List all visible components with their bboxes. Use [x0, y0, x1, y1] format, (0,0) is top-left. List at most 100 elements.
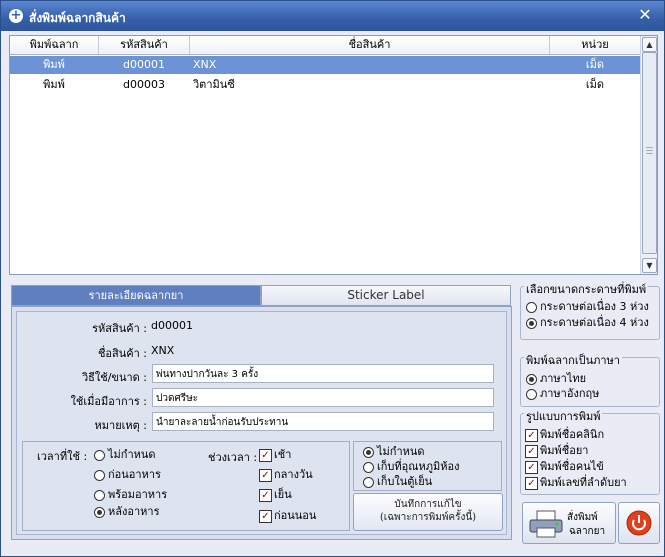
- radio-english[interactable]: ภาษาอังกฤษ: [526, 387, 599, 401]
- radio-label: พร้อมอาหาร: [108, 488, 168, 501]
- radio-time-undefined[interactable]: ไม่กำหนด: [94, 448, 156, 462]
- save-edit-button[interactable]: บันทึกการแก้ไข (เฉพาะการพิมพ์ครั้งนี้): [353, 493, 503, 531]
- cell-unit: เม็ด: [585, 58, 605, 71]
- window-title: สั่งพิมพ์ฉลากสินค้า: [29, 11, 126, 25]
- radio-icon: [363, 447, 374, 458]
- checkbox-icon: ✓: [259, 449, 272, 462]
- vertical-scrollbar[interactable]: ▲ — — — ▼: [640, 36, 657, 274]
- tab-sticker-label[interactable]: Sticker Label: [261, 285, 511, 306]
- radio-with-meal[interactable]: พร้อมอาหาร: [94, 488, 167, 502]
- checkbox-icon: ✓: [525, 445, 538, 458]
- paper-size-title: เลือกขนาดกระดาษที่พิมพ์: [524, 280, 649, 298]
- radio-label: หลังอาหาร: [108, 505, 160, 518]
- usage-input[interactable]: พ่นทางปากวันละ 3 ครั้ง: [152, 364, 494, 383]
- radio-icon: [526, 389, 537, 400]
- check-label: พิมพ์ชื่อยา: [540, 444, 589, 457]
- scroll-up-icon[interactable]: ▲: [642, 37, 657, 52]
- radio-paper-4[interactable]: กระดาษต่อเนื่อง 4 ห่วง: [526, 316, 649, 330]
- print-button-line2: ฉลากยา: [569, 526, 606, 537]
- checkbox-icon: ✓: [525, 429, 538, 442]
- radio-room-temp[interactable]: เก็บที่อุณหภูมิห้อง: [363, 460, 459, 474]
- radio-icon: [94, 470, 105, 481]
- radio-storage-undefined[interactable]: ไม่กำหนด: [363, 445, 425, 459]
- product-grid: พิมพ์ฉลาก รหัสสินค้า ชื่อสินค้า หน่วย พิ…: [9, 35, 658, 275]
- radio-label: เก็บในตู้เย็น: [377, 475, 433, 488]
- scroll-down-icon[interactable]: ▼: [642, 258, 657, 273]
- radio-paper-3[interactable]: กระดาษต่อเนื่อง 3 ห่วง: [526, 300, 649, 314]
- radio-icon: [526, 374, 537, 385]
- radio-icon: [94, 507, 105, 518]
- radio-fridge[interactable]: เก็บในตู้เย็น: [363, 475, 432, 489]
- print-format-title: รูปแบบการพิมพ์: [524, 407, 603, 425]
- tab-bar: รายละเอียดฉลากยา Sticker Label: [11, 285, 511, 306]
- column-header-code[interactable]: รหัสสินค้า: [99, 36, 190, 54]
- print-label-button[interactable]: สั่งพิมพ์ ฉลากยา: [522, 502, 616, 544]
- cell-name: วิตามินซี: [193, 78, 235, 91]
- check-noon[interactable]: ✓ กลางวัน: [259, 468, 313, 482]
- cell-print: พิมพ์: [43, 58, 65, 71]
- printer-icon: [529, 510, 563, 538]
- note-input[interactable]: นํายาละลายน้ำก่อนรับประทาน: [152, 412, 494, 431]
- label-print-window: + สั่งพิมพ์ฉลากสินค้า ✕ พิมพ์ฉลาก รหัสสิ…: [0, 0, 665, 557]
- check-label: พิมพ์ชื่อคลินิก: [540, 428, 605, 441]
- column-header-unit[interactable]: หน่วย: [550, 36, 640, 54]
- period-label: ช่วงเวลา :: [208, 451, 258, 464]
- grip-icon: — — —: [646, 143, 653, 157]
- checkbox-icon: ✓: [259, 489, 272, 502]
- add-circle-icon: +: [9, 8, 23, 23]
- check-label: พิมพ์เลขที่ลำดับยา: [540, 476, 627, 489]
- radio-before-meal[interactable]: ก่อนอาหาร: [94, 468, 161, 482]
- radio-label: กระดาษต่อเนื่อง 3 ห่วง: [540, 300, 649, 313]
- print-button-line1: สั่งพิมพ์: [567, 512, 598, 523]
- checkbox-icon: ✓: [259, 469, 272, 482]
- time-use-label: เวลาที่ใช้ :: [37, 450, 88, 463]
- symptom-input[interactable]: ปวดศรีษะ: [152, 388, 494, 407]
- close-button[interactable]: ✕: [638, 7, 652, 23]
- check-label: เช้า: [274, 448, 292, 461]
- cell-code: d00003: [123, 78, 165, 91]
- check-clinic-name[interactable]: ✓ พิมพ์ชื่อคลินิก: [525, 428, 604, 442]
- table-row[interactable]: พิมพ์ d00001 XNX เม็ด: [10, 56, 640, 74]
- check-bedtime[interactable]: ✓ ก่อนนอน: [259, 509, 316, 523]
- radio-icon: [363, 477, 374, 488]
- check-label: พิมพ์ชื่อคนไข้: [540, 460, 604, 473]
- symptom-label: ใช้เมื่อมีอาการ :: [70, 395, 147, 408]
- note-label: หมายเหตุ :: [94, 419, 147, 432]
- cell-name: XNX: [193, 58, 217, 71]
- radio-label: ภาษาไทย: [540, 372, 587, 385]
- title-bar: + สั่งพิมพ์ฉลากสินค้า ✕: [1, 1, 664, 31]
- check-label: กลางวัน: [274, 468, 313, 481]
- power-icon: [626, 510, 652, 536]
- column-header-name[interactable]: ชื่อสินค้า: [190, 36, 550, 54]
- checkbox-icon: ✓: [525, 461, 538, 474]
- column-header-print[interactable]: พิมพ์ฉลาก: [10, 36, 99, 54]
- check-evening[interactable]: ✓ เย็น: [259, 488, 292, 502]
- cell-print: พิมพ์: [43, 78, 65, 91]
- check-drug-name[interactable]: ✓ พิมพ์ชื่อยา: [525, 444, 588, 458]
- check-label: ก่อนนอน: [274, 509, 317, 522]
- table-row[interactable]: พิมพ์ d00003 วิตามินซี เม็ด: [10, 76, 640, 94]
- code-value: d00001: [151, 319, 193, 332]
- check-label: เย็น: [274, 488, 292, 501]
- radio-icon: [526, 302, 537, 313]
- exit-button[interactable]: [618, 502, 660, 544]
- language-title: พิมพ์ฉลากเป็นภาษา: [524, 351, 622, 369]
- tab-label-details[interactable]: รายละเอียดฉลากยา: [11, 285, 261, 306]
- code-label: รหัสสินค้า :: [92, 322, 147, 335]
- checkbox-icon: ✓: [525, 477, 538, 490]
- radio-icon: [94, 490, 105, 501]
- radio-label: ไม่กำหนด: [108, 448, 156, 461]
- scroll-thumb[interactable]: — — —: [642, 52, 657, 254]
- check-drug-sequence[interactable]: ✓ พิมพ์เลขที่ลำดับยา: [525, 476, 627, 490]
- cell-unit: เม็ด: [585, 78, 605, 91]
- check-morning[interactable]: ✓ เช้า: [259, 448, 291, 462]
- radio-label: ไม่กำหนด: [377, 445, 425, 458]
- name-label: ชื่อสินค้า :: [97, 347, 147, 360]
- radio-after-meal[interactable]: หลังอาหาร: [94, 505, 159, 519]
- save-edit-line2: (เฉพาะการพิมพ์ครั้งนี้): [379, 512, 477, 523]
- checkbox-icon: ✓: [259, 510, 272, 523]
- check-patient-name[interactable]: ✓ พิมพ์ชื่อคนไข้: [525, 460, 604, 474]
- radio-thai[interactable]: ภาษาไทย: [526, 372, 586, 386]
- grid-header: พิมพ์ฉลาก รหัสสินค้า ชื่อสินค้า หน่วย: [10, 36, 640, 55]
- name-value: XNX: [151, 344, 175, 357]
